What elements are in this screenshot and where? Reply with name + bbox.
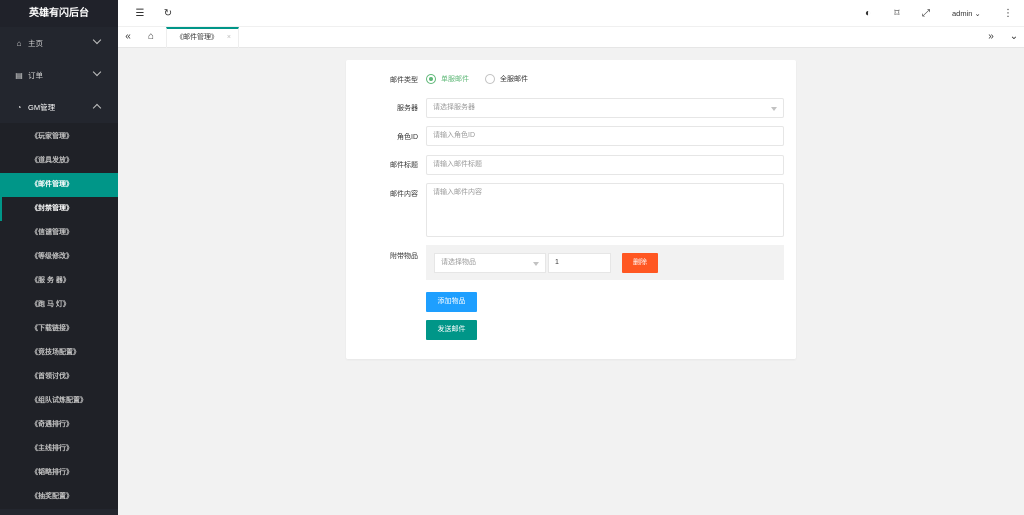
sidebar-item-home[interactable]: ⌂ 主页 [0,27,118,59]
delete-item-button[interactable]: 删除 [622,253,658,273]
sidebar-item-label: 主页 [28,38,43,48]
mail-content-textarea[interactable]: 请输入邮件内容 [426,183,784,237]
home-icon: ⌂ [16,38,22,48]
tab-label: 《邮件管理》 [176,34,218,41]
menu-toggle-icon[interactable]: ☰ [130,0,150,27]
item-select[interactable]: 请选择物品 [434,253,546,273]
sidebar-item-server[interactable]: 《服 务 器》 [0,269,118,293]
sidebar: 英雄有闪后台 ⌂ 主页 ▤ 订单 ◔ GM管理 《玩家管理》 《道具发放》 《邮… [0,0,118,515]
sidebar-item-ban[interactable]: 《封禁管理》 [0,197,118,221]
sidebar-item-adventure-rank[interactable]: 《奇遇排行》 [0,413,118,437]
mail-form-card: 邮件类型 单服邮件 全服邮件 服务器 请选择服务器 角色ID 请输入角色ID 邮… [346,60,796,359]
sidebar-item-strategy-rank[interactable]: 《韬略排行》 [0,461,118,485]
mail-content-label: 邮件内容 [390,191,418,198]
tabs-prev-icon[interactable]: « [118,27,138,48]
document-icon: ▤ [15,70,23,80]
caret-down-icon [771,107,777,111]
sidebar-item-marquee[interactable]: 《跑 马 灯》 [0,293,118,317]
sidebar-item-lottery[interactable]: 《抽奖配置》 [0,485,118,509]
radio-unchecked-icon [485,74,495,84]
user-menu[interactable]: admin ⌄ [952,0,981,27]
sidebar-item-report[interactable]: 《信谴管理》 [0,221,118,245]
chevron-down-icon [92,67,102,77]
mail-title-input[interactable]: 请输入邮件标题 [426,155,784,175]
username: admin [952,9,973,18]
more-icon[interactable]: ⋮ [998,0,1018,27]
sidebar-item-download[interactable]: 《下载链接》 [0,317,118,341]
tabs-bar: « ⌂ 《邮件管理》 × » ⌄ [118,27,1024,48]
gm-submenu: 《玩家管理》 《道具发放》 《邮件管理》 《封禁管理》 《信谴管理》 《等级修改… [0,123,118,509]
sidebar-item-gm[interactable]: ◔ GM管理 [0,91,118,123]
radio-single-server[interactable]: 单服邮件 [426,74,469,84]
attachments-label: 附带物品 [390,253,418,260]
sidebar-item-team-trial[interactable]: 《组队试炼配置》 [0,389,118,413]
server-select[interactable]: 请选择服务器 [426,98,784,118]
tabs-next-icon[interactable]: » [981,27,1001,48]
close-icon[interactable]: × [227,29,231,47]
sidebar-item-label: GM管理 [28,102,56,112]
sidebar-item-arena[interactable]: 《竞技场配置》 [0,341,118,365]
radio-all-server[interactable]: 全服邮件 [485,74,528,84]
mail-type-label: 邮件类型 [390,77,418,84]
server-label: 服务器 [397,105,418,112]
sidebar-item-orders[interactable]: ▤ 订单 [0,59,118,91]
send-mail-button[interactable]: 发送邮件 [426,320,477,340]
tab-mail[interactable]: 《邮件管理》 × [166,27,239,48]
chevron-down-icon: ⌄ [974,9,981,18]
home-tab-icon[interactable]: ⌂ [141,27,161,48]
chevron-down-icon [92,35,102,45]
attachment-row: 请选择物品 1 删除 [426,245,784,280]
sidebar-item-boss[interactable]: 《首领讨伐》 [0,365,118,389]
app-title: 英雄有闪后台 [0,0,118,27]
caret-down-icon [533,262,539,266]
sidebar-item-main-rank[interactable]: 《主线排行》 [0,437,118,461]
sidebar-item-item-grant[interactable]: 《道具发放》 [0,149,118,173]
sidebar-item-mail[interactable]: 《邮件管理》 [0,173,118,197]
refresh-icon[interactable]: ↻ [158,0,178,27]
tag-icon[interactable]: ⌑ [887,0,907,27]
mail-title-label: 邮件标题 [390,162,418,169]
theme-icon[interactable]: ◐ [858,0,878,27]
add-item-button[interactable]: 添加物品 [426,292,477,312]
role-id-input[interactable]: 请输入角色ID [426,126,784,146]
role-id-label: 角色ID [397,134,418,141]
top-header: ☰ ↻ ◐ ⌑ ⤢ admin ⌄ ⋮ [118,0,1024,27]
chevron-up-icon [92,103,102,113]
tabs-menu-icon[interactable]: ⌄ [1004,27,1024,48]
sidebar-item-players[interactable]: 《玩家管理》 [0,125,118,149]
radio-checked-icon [426,74,436,84]
sidebar-item-level[interactable]: 《等级修改》 [0,245,118,269]
fullscreen-icon[interactable]: ⤢ [916,0,936,27]
dashboard-icon: ◔ [16,102,22,112]
sidebar-item-label: 订单 [28,70,43,80]
quantity-input[interactable]: 1 [548,253,611,273]
